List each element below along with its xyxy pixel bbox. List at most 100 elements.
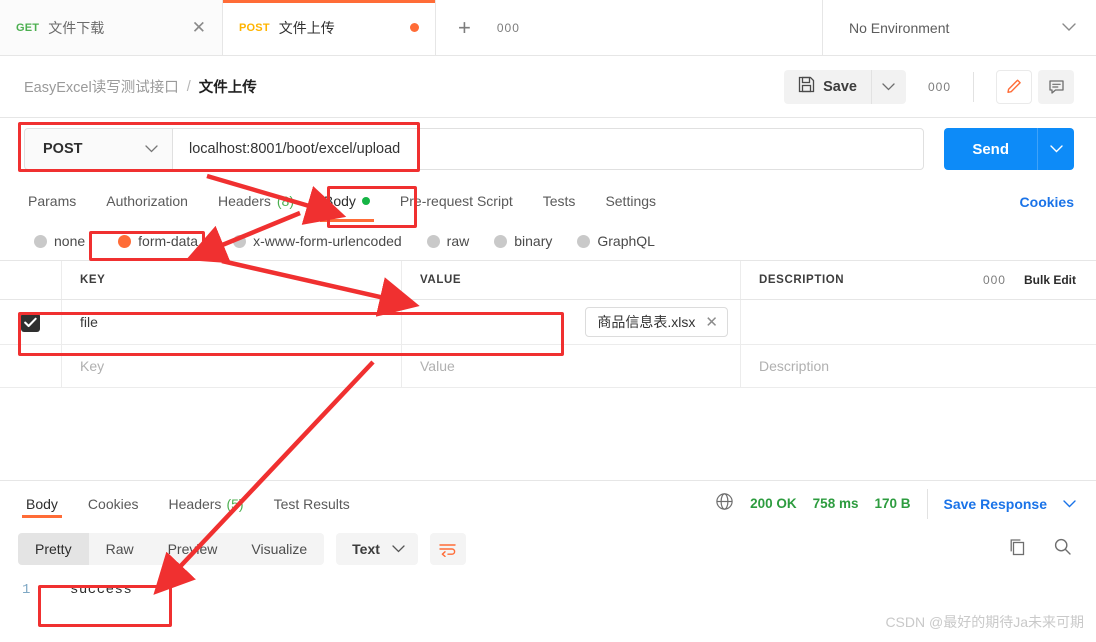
breadcrumb-collection[interactable]: EasyExcel读写测试接口 [24,76,179,97]
save-button[interactable]: Save [784,69,871,104]
comment-button[interactable] [1038,69,1074,104]
table-empty-space [0,388,1096,480]
body-type-none[interactable]: none [24,233,95,249]
tab-label: Authorization [106,193,188,209]
tab-params[interactable]: Params [18,180,86,222]
row-checkbox[interactable] [21,312,40,332]
row-key-cell[interactable]: file [62,300,402,344]
row-value-cell[interactable]: 商品信息表.xlsx ✕ [402,300,741,344]
table-row[interactable]: file 商品信息表.xlsx ✕ [0,300,1096,345]
body-active-dot-icon [361,197,370,205]
view-mode-raw[interactable]: Raw [89,533,151,565]
body-type-raw[interactable]: raw [417,233,480,249]
divider [926,488,928,519]
request-tab-file-upload[interactable]: POST 文件上传 [223,0,436,55]
http-method-select[interactable]: POST [24,128,172,170]
bulk-edit-button[interactable]: Bulk Edit [1024,273,1076,287]
response-format-select[interactable]: Text [336,533,418,565]
request-tabs: Params Authorization Headers (8) Body Pr… [0,180,1096,222]
view-mode-label: Raw [105,541,134,557]
radio-icon [34,234,47,248]
tab-title: 文件上传 [278,19,335,36]
tab-label: Cookies [87,495,139,512]
body-type-form-data[interactable]: form-data [108,233,208,249]
form-data-table: KEY VALUE DESCRIPTION 000 Bulk Edit file [0,260,1096,480]
send-options-button[interactable] [1037,128,1074,170]
view-mode-pretty[interactable]: Pretty [18,533,89,565]
response-tab-test-results[interactable]: Test Results [266,481,358,527]
tab-tests[interactable]: Tests [533,180,586,222]
row-value-cell[interactable]: Value [402,345,741,387]
remove-file-icon[interactable]: ✕ [705,315,718,330]
url-input[interactable]: localhost:8001/boot/excel/upload [172,128,925,170]
copy-icon[interactable] [1008,537,1027,561]
row-description-cell[interactable] [741,300,1096,344]
radio-icon [577,234,591,248]
save-options-button[interactable] [870,69,906,104]
request-more-options-icon[interactable]: 000 [928,80,951,94]
new-tab-icon[interactable]: + [458,16,471,39]
tab-label: Tests [542,193,576,209]
body-type-label: binary [514,233,553,249]
table-row-placeholder[interactable]: Key Value Description [0,345,1096,388]
send-button-group: Send [944,128,1074,170]
row-checkbox-cell [0,300,62,344]
environment-label: No Environment [849,19,950,36]
postman-window: GET 文件下载 ✕ POST 文件上传 + 000 No Environmen… [0,0,1096,642]
response-body-viewer[interactable]: 1 success [0,572,1096,598]
tab-settings[interactable]: Settings [595,180,666,222]
chevron-down-icon [1062,20,1076,35]
table-options-icon[interactable]: 000 [983,273,1006,287]
url-bar: POST localhost:8001/boot/excel/upload [24,128,925,170]
header-cell-value: VALUE [402,261,741,299]
response-status: 200 OK [750,496,797,511]
wrap-lines-button[interactable] [429,533,466,565]
table-header-row: KEY VALUE DESCRIPTION 000 Bulk Edit [0,261,1096,300]
request-tab-file-download[interactable]: GET 文件下载 ✕ [0,0,223,55]
search-icon[interactable] [1053,537,1072,561]
tab-label: Headers [168,495,222,512]
file-chip[interactable]: 商品信息表.xlsx ✕ [585,307,728,337]
tab-label: Settings [605,193,657,209]
header-label: KEY [80,274,106,286]
body-type-label: raw [446,233,470,249]
tab-pre-request-script[interactable]: Pre-request Script [390,180,523,222]
close-icon[interactable]: ✕ [192,19,206,36]
radio-icon [494,234,508,248]
body-type-label: x-www-form-urlencoded [253,233,402,249]
row-key-cell[interactable]: Key [62,345,402,387]
tab-body[interactable]: Body [314,180,380,222]
tab-label: Params [28,193,77,209]
save-button-group: Save [784,69,906,104]
view-mode-preview[interactable]: Preview [151,533,235,565]
tab-headers[interactable]: Headers (8) [208,180,304,222]
body-type-binary[interactable]: binary [484,233,562,249]
header-cell-checkbox [0,261,62,299]
response-tab-body[interactable]: Body [18,481,66,527]
send-button[interactable]: Send [944,128,1037,170]
body-type-graphql[interactable]: GraphQL [567,233,665,249]
body-type-label: GraphQL [597,233,655,249]
chevron-down-icon[interactable] [1063,496,1076,511]
line-number: 1 [22,582,31,598]
tab-count: (5) [226,495,244,512]
save-response-button[interactable]: Save Response [944,496,1048,512]
header-label: DESCRIPTION [759,274,845,286]
environment-selector[interactable]: No Environment [823,0,1096,55]
tab-label: Body [324,193,356,209]
description-placeholder: Description [759,358,830,374]
row-description-cell[interactable]: Description [741,345,1096,387]
body-type-label: none [54,233,86,249]
response-tab-cookies[interactable]: Cookies [80,481,147,527]
tab-authorization[interactable]: Authorization [96,180,198,222]
globe-icon [715,492,734,516]
edit-pencil-button[interactable] [996,69,1032,104]
response-time: 758 ms [812,496,859,511]
body-type-x-www-form-urlencoded[interactable]: x-www-form-urlencoded [223,233,412,249]
response-tab-headers[interactable]: Headers (5) [161,481,252,527]
response-size: 170 B [874,496,911,511]
cookies-link[interactable]: Cookies [1020,194,1074,222]
tab-options-icon[interactable]: 000 [497,21,520,35]
view-mode-visualize[interactable]: Visualize [234,533,324,565]
right-action-icons [996,69,1074,104]
